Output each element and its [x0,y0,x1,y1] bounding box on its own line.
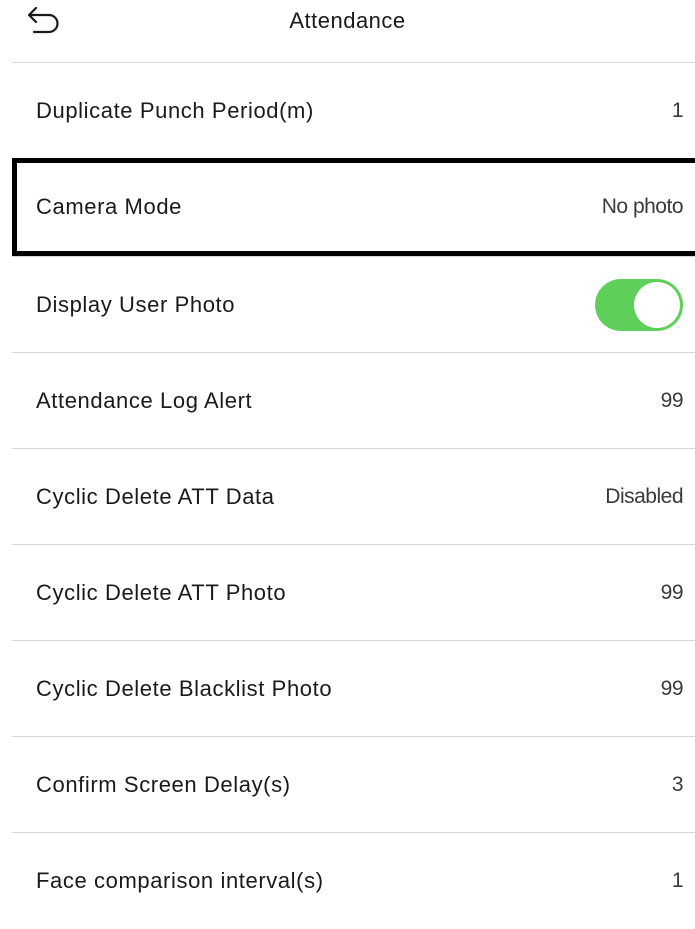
setting-value: 99 [660,676,684,700]
setting-label: Camera Mode [36,194,182,219]
toggle-knob [634,281,680,328]
setting-value: 99 [660,388,684,412]
setting-label: Cyclic Delete ATT Photo [36,579,287,605]
setting-label: Display User Photo [36,291,236,317]
setting-value: 99 [660,580,684,604]
setting-label: Cyclic Delete Blacklist Photo [36,675,333,701]
display-user-photo-toggle[interactable] [595,278,683,331]
setting-display-user-photo[interactable]: Display User Photo [12,256,695,352]
setting-face-comparison-interval[interactable]: Face comparison interval(s) 1 [12,832,695,928]
settings-list: Duplicate Punch Period(m) 1 Camera Mode … [0,62,695,928]
setting-label: Cyclic Delete ATT Data [36,483,275,509]
setting-duplicate-punch-period[interactable]: Duplicate Punch Period(m) 1 [12,62,695,158]
setting-label: Duplicate Punch Period(m) [36,97,314,123]
setting-value: No photo [601,195,684,218]
setting-label: Face comparison interval(s) [36,867,324,893]
setting-attendance-log-alert[interactable]: Attendance Log Alert 99 [12,352,695,448]
setting-cyclic-delete-att-data[interactable]: Cyclic Delete ATT Data Disabled [12,448,695,544]
setting-camera-mode[interactable]: Camera Mode No photo [12,158,695,256]
setting-label: Confirm Screen Delay(s) [36,771,291,797]
setting-cyclic-delete-att-photo[interactable]: Cyclic Delete ATT Photo 99 [12,544,695,640]
setting-value: 3 [671,772,684,796]
setting-value: Disabled [605,484,683,508]
setting-value: 1 [671,98,684,122]
setting-value: 1 [671,868,684,892]
setting-label: Attendance Log Alert [36,387,253,413]
app-header: Attendance [0,0,695,48]
page-title: Attendance [289,8,406,33]
setting-confirm-screen-delay[interactable]: Confirm Screen Delay(s) 3 [12,736,695,832]
setting-cyclic-delete-blacklist-photo[interactable]: Cyclic Delete Blacklist Photo 99 [12,640,695,736]
